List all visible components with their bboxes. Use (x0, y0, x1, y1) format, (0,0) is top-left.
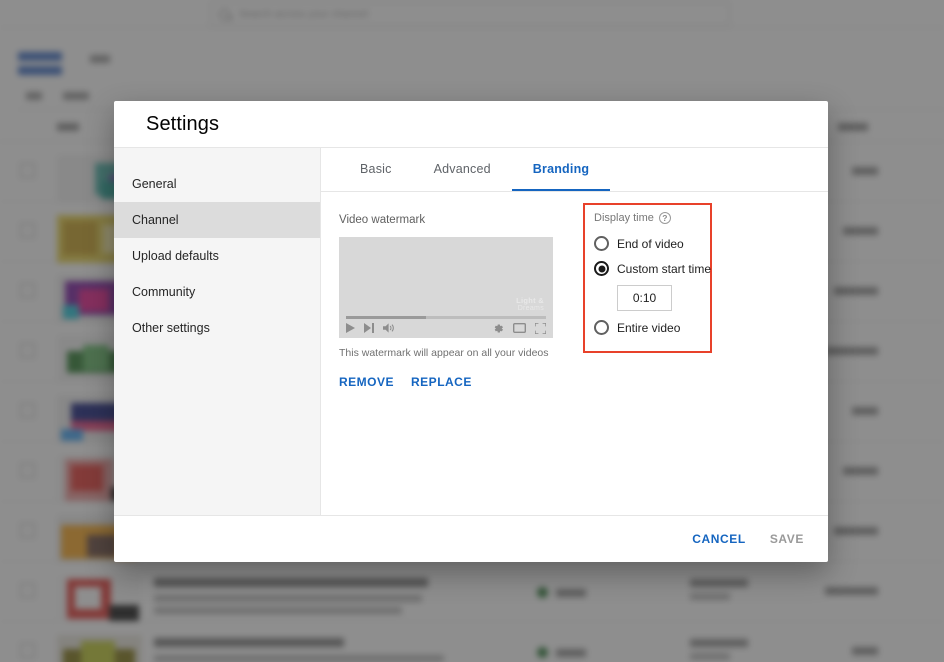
sidebar-item-label: General (132, 177, 176, 191)
tab-branding[interactable]: Branding (512, 149, 610, 191)
tab-label: Branding (533, 162, 589, 176)
dialog-body: General Channel Upload defaults Communit… (114, 148, 828, 515)
sidebar-item-community[interactable]: Community (114, 274, 320, 310)
radio-button[interactable] (594, 320, 609, 335)
dialog-header: Settings (114, 101, 828, 148)
sidebar-item-label: Channel (132, 213, 179, 227)
radio-label: Custom start time (617, 262, 711, 276)
sidebar-item-label: Community (132, 285, 195, 299)
watermark-line-1: Light & (516, 297, 544, 305)
sidebar-item-other-settings[interactable]: Other settings (114, 310, 320, 346)
tab-label: Advanced (434, 162, 491, 176)
fullscreen-icon[interactable] (535, 323, 546, 334)
display-time-header: Display time ? (594, 212, 701, 224)
progress-bar[interactable] (346, 316, 546, 319)
section-label: Video watermark (339, 214, 569, 226)
remove-button[interactable]: REMOVE (339, 375, 394, 389)
replace-button[interactable]: REPLACE (411, 375, 472, 389)
custom-start-time-input[interactable]: 0:10 (617, 285, 672, 311)
sidebar-item-channel[interactable]: Channel (114, 202, 320, 238)
screen: Search across your channel Settings (0, 0, 944, 662)
branding-panel: Video watermark Light & Dreams (321, 192, 828, 515)
watermark-line-2: Dreams (516, 305, 544, 312)
watermark-actions: REMOVE REPLACE (339, 375, 569, 389)
watermark-overlay: Light & Dreams (516, 297, 544, 312)
volume-icon[interactable] (383, 323, 395, 333)
dialog-footer: CANCEL SAVE (114, 515, 828, 562)
sidebar-item-label: Other settings (132, 321, 210, 335)
watermark-note: This watermark will appear on all your v… (339, 347, 569, 359)
settings-dialog: Settings General Channel Upload defaults… (114, 101, 828, 562)
dialog-title: Settings (146, 113, 219, 136)
radio-button[interactable] (594, 236, 609, 251)
dialog-main: Basic Advanced Branding Video watermark (321, 148, 828, 515)
gear-icon[interactable] (493, 323, 504, 334)
radio-label: End of video (617, 237, 684, 251)
cancel-button[interactable]: CANCEL (692, 532, 746, 546)
radio-option-custom-start-time[interactable]: Custom start time (594, 256, 701, 281)
radio-option-entire-video[interactable]: Entire video (594, 315, 701, 340)
dialog-sidebar: General Channel Upload defaults Communit… (114, 148, 321, 515)
display-time-label: Display time (594, 212, 654, 224)
player-controls (346, 321, 546, 335)
sidebar-item-general[interactable]: General (114, 166, 320, 202)
save-button: SAVE (770, 532, 804, 546)
radio-label: Entire video (617, 321, 680, 335)
sidebar-item-upload-defaults[interactable]: Upload defaults (114, 238, 320, 274)
watermark-section: Video watermark Light & Dreams (339, 214, 569, 515)
radio-button[interactable] (594, 261, 609, 276)
radio-option-end-of-video[interactable]: End of video (594, 231, 701, 256)
tab-basic[interactable]: Basic (339, 149, 413, 191)
tab-label: Basic (360, 162, 392, 176)
help-icon[interactable]: ? (659, 212, 671, 224)
watermark-preview: Light & Dreams (339, 237, 553, 338)
sidebar-item-label: Upload defaults (132, 249, 219, 263)
play-icon[interactable] (346, 323, 355, 333)
display-time-highlight-box: Display time ? End of video Custom start… (583, 203, 712, 353)
theater-mode-icon[interactable] (513, 323, 526, 333)
display-time-section: Display time ? End of video Custom start… (583, 214, 804, 515)
next-icon[interactable] (364, 323, 374, 333)
tab-advanced[interactable]: Advanced (413, 149, 512, 191)
tab-bar: Basic Advanced Branding (321, 148, 828, 192)
